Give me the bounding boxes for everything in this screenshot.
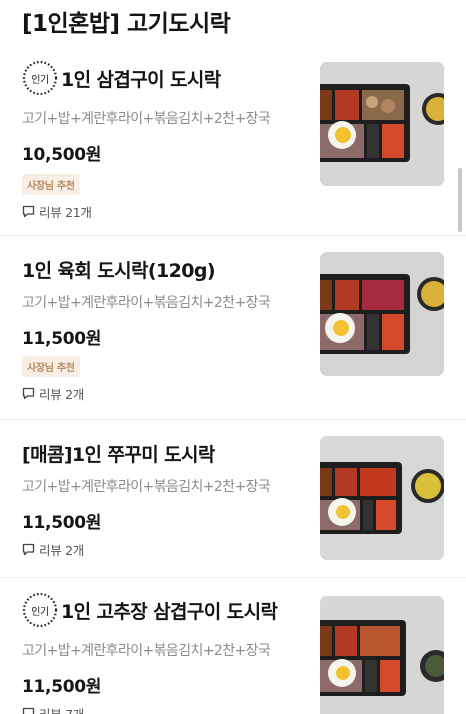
owner-pick-badge: 사장님 추천 — [22, 356, 80, 377]
menu-item-price: 10,500원 — [22, 145, 102, 165]
menu-item-photo — [320, 62, 444, 186]
popular-badge: 인기 — [22, 60, 58, 96]
review-count-label: 리뷰 21개 — [39, 205, 92, 220]
menu-item-price: 11,500원 — [22, 513, 102, 533]
menu-item[interactable]: 인기 1인 고추장 삼겹구이 도시락 고기+밥+계란후라이+볶음김치+2찬+장국… — [0, 578, 466, 714]
lunchbox-photo-icon — [320, 436, 444, 560]
lunchbox-photo-icon — [320, 62, 444, 186]
owner-pick-badge: 사장님 추천 — [22, 174, 80, 195]
review-count-label: 리뷰 2개 — [39, 543, 84, 558]
menu-item-price: 11,500원 — [22, 329, 102, 349]
speech-bubble-icon — [22, 387, 35, 400]
menu-item-desc: 고기+밥+계란후라이+볶음김치+2찬+장국 — [22, 643, 271, 659]
menu-item[interactable]: 1인 육회 도시락(120g) 고기+밥+계란후라이+볶음김치+2찬+장국 11… — [0, 236, 466, 420]
lunchbox-photo-icon — [320, 252, 444, 376]
speech-bubble-icon — [22, 205, 35, 218]
scrollbar[interactable] — [458, 168, 462, 232]
menu-item-name: 1인 고추장 삼겹구이 도시락 — [61, 600, 278, 623]
speech-bubble-icon — [22, 707, 35, 714]
menu-item-desc: 고기+밥+계란후라이+볶음김치+2찬+장국 — [22, 479, 271, 495]
review-count: 리뷰 2개 — [22, 540, 84, 559]
menu-item-photo — [320, 596, 444, 714]
menu-item-title: 인기 1인 삼겹구이 도시락 — [22, 60, 221, 96]
menu-item-title: 인기 1인 고추장 삼겹구이 도시락 — [22, 592, 278, 628]
menu-item-name: 1인 육회 도시락(120g) — [22, 260, 216, 282]
review-count: 리뷰 7개 — [22, 704, 84, 714]
menu-item[interactable]: [매콤]1인 쭈꾸미 도시락 고기+밥+계란후라이+볶음김치+2찬+장국 11,… — [0, 420, 466, 578]
menu-item-photo — [320, 436, 444, 560]
menu-item-title: [매콤]1인 쭈꾸미 도시락 — [22, 440, 215, 467]
review-count-label: 리뷰 2개 — [39, 387, 84, 402]
menu-item-price: 11,500원 — [22, 677, 102, 697]
speech-bubble-icon — [22, 543, 35, 556]
menu-item-title: 1인 육회 도시락(120g) — [22, 256, 216, 283]
lunchbox-photo-icon — [320, 596, 444, 714]
menu-item-name: 1인 삼겹구이 도시락 — [61, 68, 221, 91]
section-title: [1인혼밥] 고기도시락 — [22, 11, 231, 37]
review-count: 리뷰 21개 — [22, 202, 92, 221]
menu-item[interactable]: 인기 1인 삼겹구이 도시락 고기+밥+계란후라이+볶음김치+2찬+장국 10,… — [0, 46, 466, 236]
menu-item-photo — [320, 252, 444, 376]
review-count: 리뷰 2개 — [22, 384, 84, 403]
menu-list: 인기 1인 삼겹구이 도시락 고기+밥+계란후라이+볶음김치+2찬+장국 10,… — [0, 46, 466, 714]
popular-badge: 인기 — [22, 592, 58, 628]
menu-item-desc: 고기+밥+계란후라이+볶음김치+2찬+장국 — [22, 295, 271, 311]
menu-item-desc: 고기+밥+계란후라이+볶음김치+2찬+장국 — [22, 111, 271, 127]
menu-item-name: [매콤]1인 쭈꾸미 도시락 — [22, 444, 215, 466]
review-count-label: 리뷰 7개 — [39, 704, 84, 714]
